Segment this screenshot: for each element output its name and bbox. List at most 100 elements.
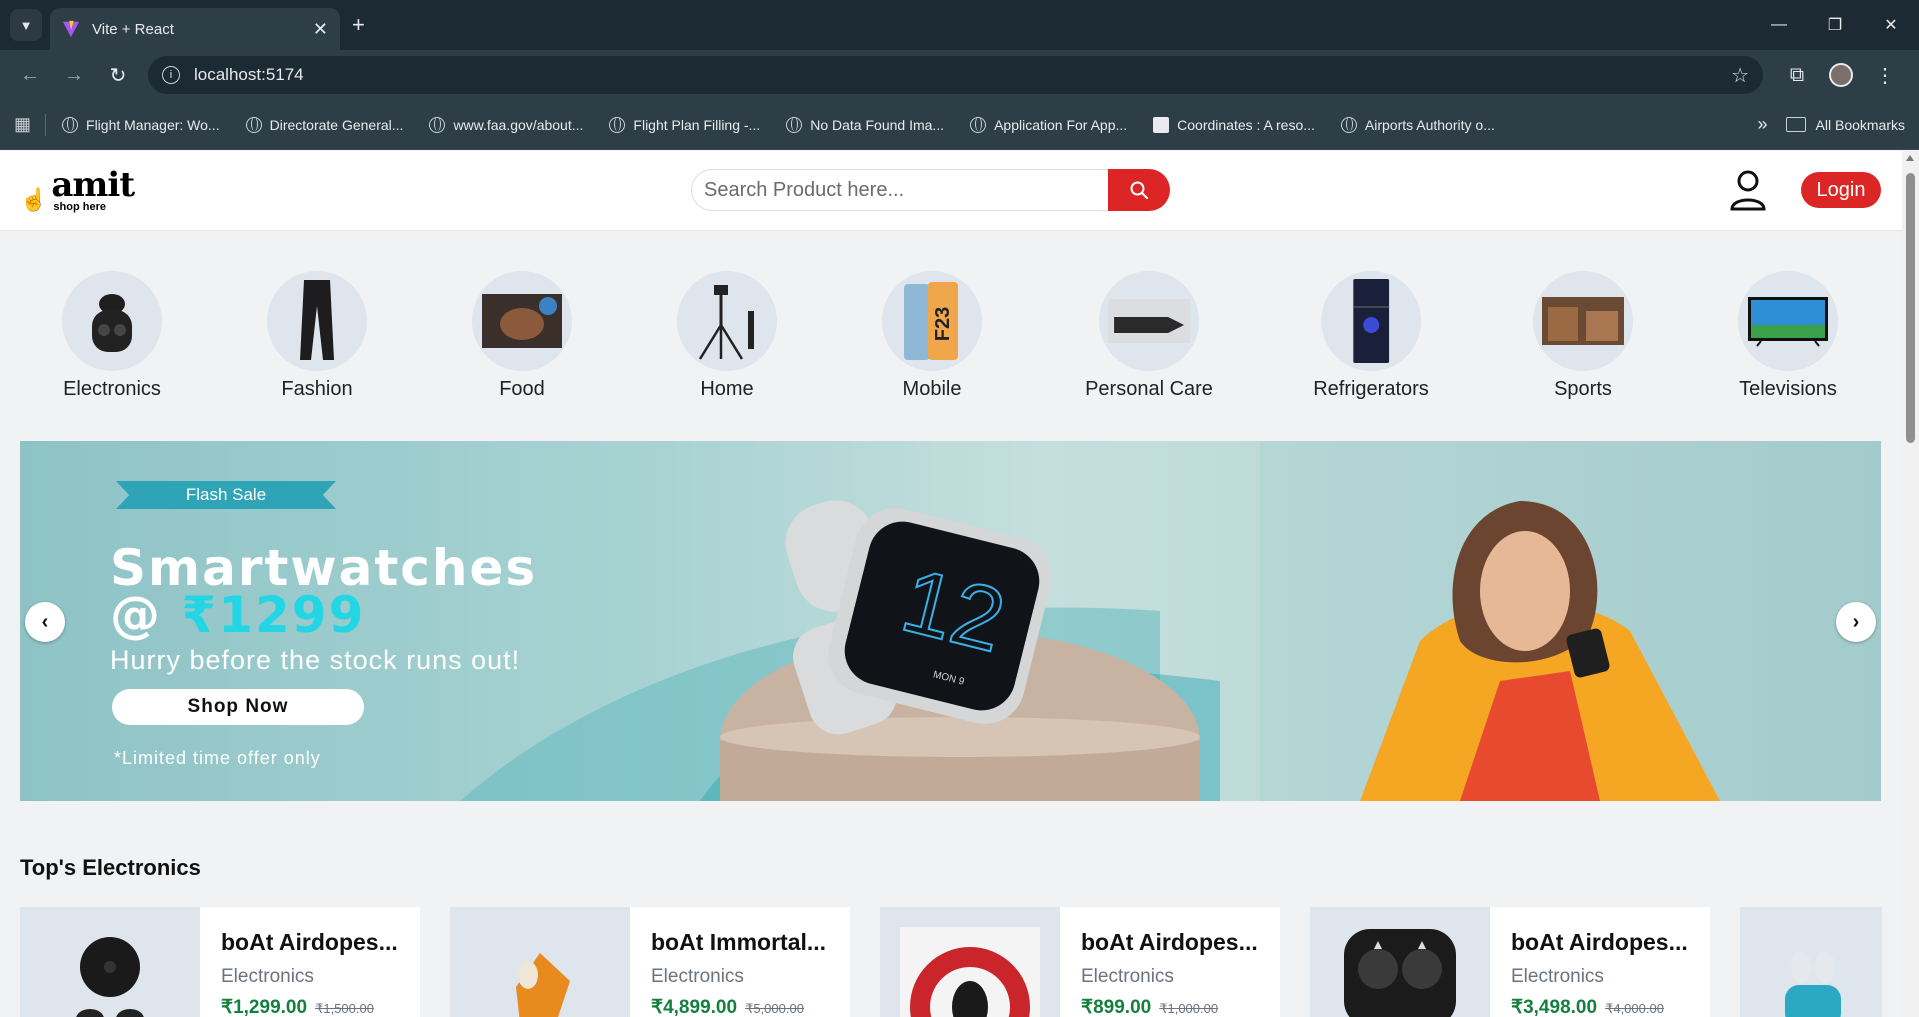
category-home[interactable]: Home <box>677 271 777 401</box>
bookmark-item[interactable]: Flight Manager: Wo... <box>62 116 220 133</box>
scrollbar-thumb[interactable] <box>1906 173 1915 443</box>
category-image: F23 <box>882 271 982 371</box>
minimize-icon[interactable]: — <box>1751 0 1807 50</box>
bookmark-star-icon[interactable]: ☆ <box>1731 63 1749 88</box>
all-bookmarks-label: All Bookmarks <box>1815 116 1905 133</box>
banner-artwork: 12 MON 9 <box>460 441 1881 801</box>
close-tab-icon[interactable]: ✕ <box>313 19 328 40</box>
page-scrollbar[interactable] <box>1902 151 1919 1017</box>
site-logo[interactable]: ☝ amit shop here <box>20 168 135 213</box>
more-bookmarks-icon[interactable]: » <box>1758 114 1768 135</box>
category-refrigerators[interactable]: Refrigerators <box>1313 271 1429 401</box>
bookmark-item[interactable]: Application For App... <box>970 116 1128 133</box>
forward-icon[interactable]: → <box>56 57 92 93</box>
category-image <box>1533 271 1633 371</box>
product-image <box>1310 907 1490 1017</box>
product-old-price: ₹1,000.00 <box>1159 1001 1219 1016</box>
category-image <box>267 271 367 371</box>
bookmarks-divider <box>45 113 47 136</box>
category-sports[interactable]: Sports <box>1533 271 1633 401</box>
profile-avatar[interactable] <box>1819 56 1863 94</box>
section-title: Top's Electronics <box>20 855 201 880</box>
category-image <box>1738 271 1838 371</box>
user-account-icon[interactable] <box>1728 169 1768 211</box>
promo-banner-carousel[interactable]: 12 MON 9 Flash Sale Smartwatches @ ₹1299… <box>20 441 1881 801</box>
reload-icon[interactable]: ↻ <box>100 57 136 93</box>
tab-search-button[interactable]: ▼ <box>10 9 42 41</box>
login-button[interactable]: Login <box>1801 172 1881 208</box>
category-image <box>1099 271 1199 371</box>
product-name: boAt Airdopes... <box>221 929 398 955</box>
product-image <box>20 907 200 1017</box>
category-image <box>62 271 162 371</box>
globe-icon <box>429 116 446 133</box>
restore-icon[interactable]: ❐ <box>1807 0 1863 50</box>
carousel-prev-button[interactable]: ‹ <box>25 602 65 642</box>
globe-icon <box>245 116 262 133</box>
category-personal-care[interactable]: Personal Care <box>1085 271 1213 401</box>
product-card[interactable]: boAt Airdopes... Electronics ₹3,498.00 ₹4… <box>1310 907 1710 1017</box>
category-image <box>677 271 777 371</box>
search-button[interactable] <box>1108 169 1170 211</box>
bookmarks-bar: ▦ Flight Manager: Wo... Directorate Gene… <box>0 100 1919 150</box>
product-old-price: ₹1,500.00 <box>315 1001 374 1016</box>
bookmark-label: Flight Manager: Wo... <box>86 116 220 133</box>
product-card[interactable]: boAt Airdopes... Electronics ₹1,299.00 ₹1… <box>20 907 420 1017</box>
product-name: boAt Immortal... <box>651 929 827 955</box>
bookmark-label: Directorate General... <box>269 116 404 133</box>
address-bar[interactable]: i localhost:5174 ☆ <box>148 56 1763 94</box>
product-category: Electronics <box>1511 966 1604 987</box>
product-card[interactable]: boAt Airdopes... Electronics ₹899.00 ₹1,0… <box>880 907 1280 1017</box>
globe-icon <box>62 116 79 133</box>
bookmark-item[interactable]: www.faa.gov/about... <box>429 116 583 133</box>
logo-tagline: shop here <box>53 201 106 213</box>
site-info-icon[interactable]: i <box>162 66 180 84</box>
bookmark-label: Coordinates : A reso... <box>1177 116 1315 133</box>
carousel-next-button[interactable]: › <box>1836 602 1876 642</box>
bookmark-item[interactable]: Coordinates : A reso... <box>1153 116 1315 133</box>
scroll-up-icon[interactable] <box>1906 155 1914 161</box>
apps-grid-icon[interactable]: ▦ <box>14 114 31 135</box>
all-bookmarks-button[interactable]: All Bookmarks <box>1785 116 1905 133</box>
search-bar <box>691 169 1170 211</box>
banner-note: *Limited time offer only <box>114 748 321 768</box>
search-input[interactable] <box>691 169 1108 211</box>
product-name: boAt Airdopes... <box>1511 929 1688 955</box>
bookmark-label: Application For App... <box>994 116 1128 133</box>
category-mobile[interactable]: F23 Mobile <box>882 271 982 401</box>
category-image <box>472 271 572 371</box>
category-televisions[interactable]: Televisions <box>1738 271 1838 401</box>
cursor-hand-icon: ☝ <box>20 187 48 212</box>
category-food[interactable]: Food <box>472 271 572 401</box>
bookmark-item[interactable]: No Data Found Ima... <box>786 116 944 133</box>
bookmark-item[interactable]: Directorate General... <box>245 116 404 133</box>
category-label: Televisions <box>1739 378 1837 400</box>
banner-subtitle: Hurry before the stock runs out! <box>110 645 521 675</box>
browser-tab[interactable]: Vite + React ✕ <box>50 8 340 50</box>
menu-kebab-icon[interactable]: ⋮ <box>1863 56 1907 94</box>
back-icon[interactable]: ← <box>12 57 48 93</box>
shop-now-button[interactable]: Shop Now <box>112 689 364 725</box>
new-tab-button[interactable]: + <box>352 12 365 38</box>
page-viewport: ☝ amit shop here Login Electronics F <box>0 151 1902 1017</box>
banner-price-line: @ ₹1299 <box>110 586 365 644</box>
product-card-partial[interactable] <box>1740 907 1882 1017</box>
window-controls: — ❐ ✕ <box>1751 0 1919 50</box>
chevron-left-icon: ‹ <box>41 610 49 633</box>
product-price: ₹1,299.00 <box>221 997 308 1017</box>
category-fashion[interactable]: Fashion <box>267 271 367 401</box>
category-label: Personal Care <box>1085 378 1213 400</box>
bookmark-item[interactable]: Airports Authority o... <box>1340 116 1495 133</box>
category-label: Mobile <box>902 378 962 400</box>
bookmark-item[interactable]: Flight Plan Filling -... <box>609 116 761 133</box>
bookmark-label: Flight Plan Filling -... <box>633 116 761 133</box>
category-label: Home <box>700 378 754 400</box>
close-window-icon[interactable]: ✕ <box>1863 0 1919 50</box>
category-label: Food <box>499 378 545 400</box>
globe-icon <box>1340 116 1357 133</box>
extensions-icon[interactable]: ⧉ <box>1775 56 1819 94</box>
category-electronics[interactable]: Electronics <box>62 271 162 401</box>
address-bar-row: ← → ↻ i localhost:5174 ☆ ⧉ ⋮ <box>0 50 1919 100</box>
category-label: Fashion <box>281 378 353 400</box>
product-card[interactable]: boAt Immortal... Electronics ₹4,899.00 ₹5… <box>450 907 850 1017</box>
